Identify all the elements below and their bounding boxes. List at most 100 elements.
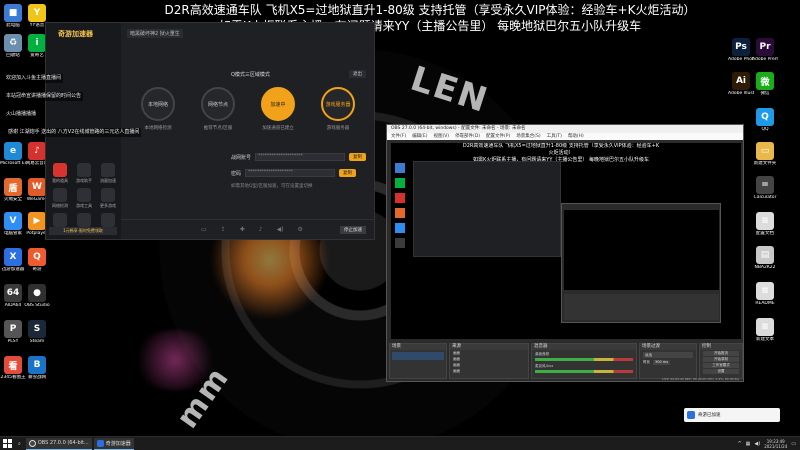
tool-label: 流量加速 — [100, 178, 116, 183]
desktop-icon[interactable]: ≡ README — [752, 282, 778, 307]
search-icon[interactable]: ⌕ — [15, 438, 24, 450]
volume-icon[interactable]: ◀) — [277, 226, 284, 233]
desktop-icon[interactable]: PsAdobe Photoshop — [728, 38, 754, 63]
app-icon: Pr — [756, 38, 774, 56]
volume-meter[interactable] — [535, 370, 633, 373]
notification-center-icon[interactable]: ▭ — [791, 441, 796, 447]
desktop-icon[interactable]: V 电脑管家 — [0, 212, 26, 237]
tool-grid: 我的道具 游戏助手 流量加速 网络检测 游戏工具 更多游戏 加速记录 联系客服 … — [50, 163, 118, 234]
app-icon: Q — [28, 248, 46, 266]
obs-preview[interactable]: D2R高效速通车队 飞机X5=过地狱直升1-80级 支持托管（享受永久VIP体验… — [391, 143, 741, 339]
copy-account-button[interactable]: 复制 — [349, 153, 367, 161]
start-button[interactable] — [0, 438, 15, 450]
tool-item[interactable]: 我的道具 — [50, 163, 70, 184]
chat-icon[interactable]: ▭ — [201, 226, 207, 233]
app-icon: B — [28, 356, 46, 374]
mic-icon[interactable]: ♪ — [259, 226, 263, 233]
tool-item[interactable]: 游戏助手 — [74, 163, 94, 184]
lens-text: LEN — [405, 58, 494, 122]
booster-icon — [96, 439, 104, 447]
dock-sources: 来源 画面 画面 画面 画面 — [449, 343, 529, 379]
settings-icon[interactable]: ⚙ — [298, 226, 303, 233]
menu-tools[interactable]: 工具(T) — [547, 133, 562, 140]
tray-chevron-icon[interactable]: ^ — [737, 441, 741, 447]
password-field[interactable]: ******************** — [245, 169, 336, 177]
notification-text: 奇游已加速 — [698, 413, 721, 418]
desktop-icon[interactable]: 看 2345看图王 — [0, 356, 26, 381]
desktop-icon[interactable]: Q 奇游 — [24, 248, 50, 273]
menu-profile[interactable]: 配置文件(P) — [486, 133, 510, 140]
menu-help[interactable]: 帮助(H) — [568, 133, 584, 140]
app-bottom-toolbar: ▭ ⇪ ✚ ♪ ◀) ⚙ 停止加速 — [121, 219, 374, 239]
desktop-icon[interactable]: S Steam — [24, 320, 50, 345]
network-icon[interactable]: ▦ — [746, 441, 751, 447]
desktop-icon[interactable]: P PLSY — [0, 320, 26, 345]
clock[interactable]: 19:23:49 2021/11/24 — [764, 439, 787, 449]
desktop-icon[interactable]: ● OBS Studio — [24, 284, 50, 309]
start-streaming-button[interactable]: 开始推流 — [703, 351, 739, 356]
desktop-icon[interactable]: 盾火绒安全 — [0, 178, 26, 203]
taskbar-app-obs[interactable]: OBS 27.0.0 (64-bit... — [25, 437, 92, 450]
desktop-icon[interactable]: PrAdobe Premiere — [752, 38, 778, 63]
desktop-icon[interactable]: ■ 此电脑 — [0, 4, 26, 29]
menu-docks[interactable]: 停靠部件(D) — [455, 133, 480, 140]
password-row: 密码 ******************** 复制 — [231, 169, 357, 177]
node-label: 本地网络 — [147, 101, 168, 108]
stop-accel-button[interactable]: 停止加速 — [340, 225, 366, 234]
desktop-icon[interactable]: B 暴雪战网 — [24, 356, 50, 381]
app-main: 暗黑破坏神2 狱火重生 Q模式三区域模式 退出 本地网络 网络节点 加速中 游戏… — [121, 23, 374, 239]
desktop-icon[interactable]: ♻ 回收站 — [0, 34, 26, 59]
menu-view[interactable]: 视图(V) — [433, 133, 449, 140]
system-tray: ^ ▦ ◀) 19:23:49 2021/11/24 ▭ — [737, 439, 800, 449]
app-icon: = — [756, 176, 774, 194]
desktop-icon-label: Calculator — [753, 195, 777, 200]
tool-item[interactable]: 网络检测 — [50, 188, 70, 209]
desktop-icon[interactable]: ≡ 配置文档 — [752, 212, 778, 237]
node-label: 加速中 — [270, 101, 286, 108]
scene-item[interactable] — [392, 352, 444, 360]
source-item[interactable]: 画面 — [453, 368, 528, 374]
exit-button[interactable]: 退出 — [349, 70, 366, 78]
desktop-icon[interactable]: 微微信 — [752, 72, 778, 97]
menu-file[interactable]: 文件(F) — [391, 133, 406, 140]
taskbar-app-booster[interactable]: 奇游加速器 — [93, 437, 134, 450]
tool-item[interactable]: 流量加速 — [98, 163, 118, 184]
promo-banner[interactable]: 1元畅享·限时免费领取 — [49, 227, 117, 235]
tool-item[interactable]: 游戏工具 — [74, 188, 94, 209]
gift-icon[interactable]: ✚ — [240, 226, 245, 233]
settings-button[interactable]: 设置 — [703, 369, 739, 374]
share-icon[interactable]: ⇪ — [221, 226, 226, 233]
start-recording-button[interactable]: 开始录制 — [703, 357, 739, 362]
node-caption: 推荐节点/区服 — [203, 126, 233, 131]
desktop-icon-label: 火绒安全 — [4, 197, 22, 202]
node-label: 网络节点 — [207, 101, 228, 108]
desktop-icon[interactable]: ▤ NBA2K22 — [752, 246, 778, 271]
tray-notification[interactable]: 奇游已加速 — [684, 408, 780, 422]
desktop-icon[interactable]: 64 AIDA64 — [0, 284, 26, 309]
transition-select[interactable]: 淡出 — [643, 352, 693, 358]
desktop-icon-label: AIDA64 — [4, 303, 22, 308]
tool-item[interactable]: 更多游戏 — [98, 188, 118, 209]
desktop-icon-label: PLSY — [7, 339, 19, 344]
copy-password-button[interactable]: 复制 — [339, 169, 357, 177]
tool-label: 更多游戏 — [100, 203, 116, 208]
studio-mode-button[interactable]: 工作室模式 — [703, 363, 739, 368]
desktop-icon[interactable]: X 迅游加速器 — [0, 248, 26, 273]
menu-edit[interactable]: 编辑(E) — [412, 133, 427, 140]
app-icon: ♻ — [4, 34, 22, 52]
obs-window[interactable]: OBS 27.0.0 (64-bit, windows) - 配置文件: 未命名… — [386, 124, 744, 382]
volume-meter[interactable] — [535, 358, 633, 361]
desktop-icon[interactable]: AiAdobe Illustrator — [728, 72, 754, 97]
app-icon: Ps — [732, 38, 750, 56]
volume-icon[interactable]: ◀) — [754, 441, 760, 447]
desktop-icon-label: 迅游加速器 — [1, 267, 25, 272]
menu-scene-collection[interactable]: 场景集合(S) — [516, 133, 540, 140]
duration-field[interactable]: 300 ms — [653, 360, 671, 365]
desktop-icon[interactable]: ▭ 新建文件夹 — [752, 142, 778, 167]
desktop-icon[interactable]: ≡ 新建文本 — [752, 318, 778, 343]
desktop-icon[interactable]: = Calculator — [752, 176, 778, 201]
account-field[interactable]: ******************** — [255, 153, 346, 161]
duration-row: 时长 300 ms — [643, 360, 693, 365]
desktop-icon[interactable]: Q QQ — [752, 108, 778, 133]
dock-transitions-header: 场景过渡 — [640, 344, 696, 350]
